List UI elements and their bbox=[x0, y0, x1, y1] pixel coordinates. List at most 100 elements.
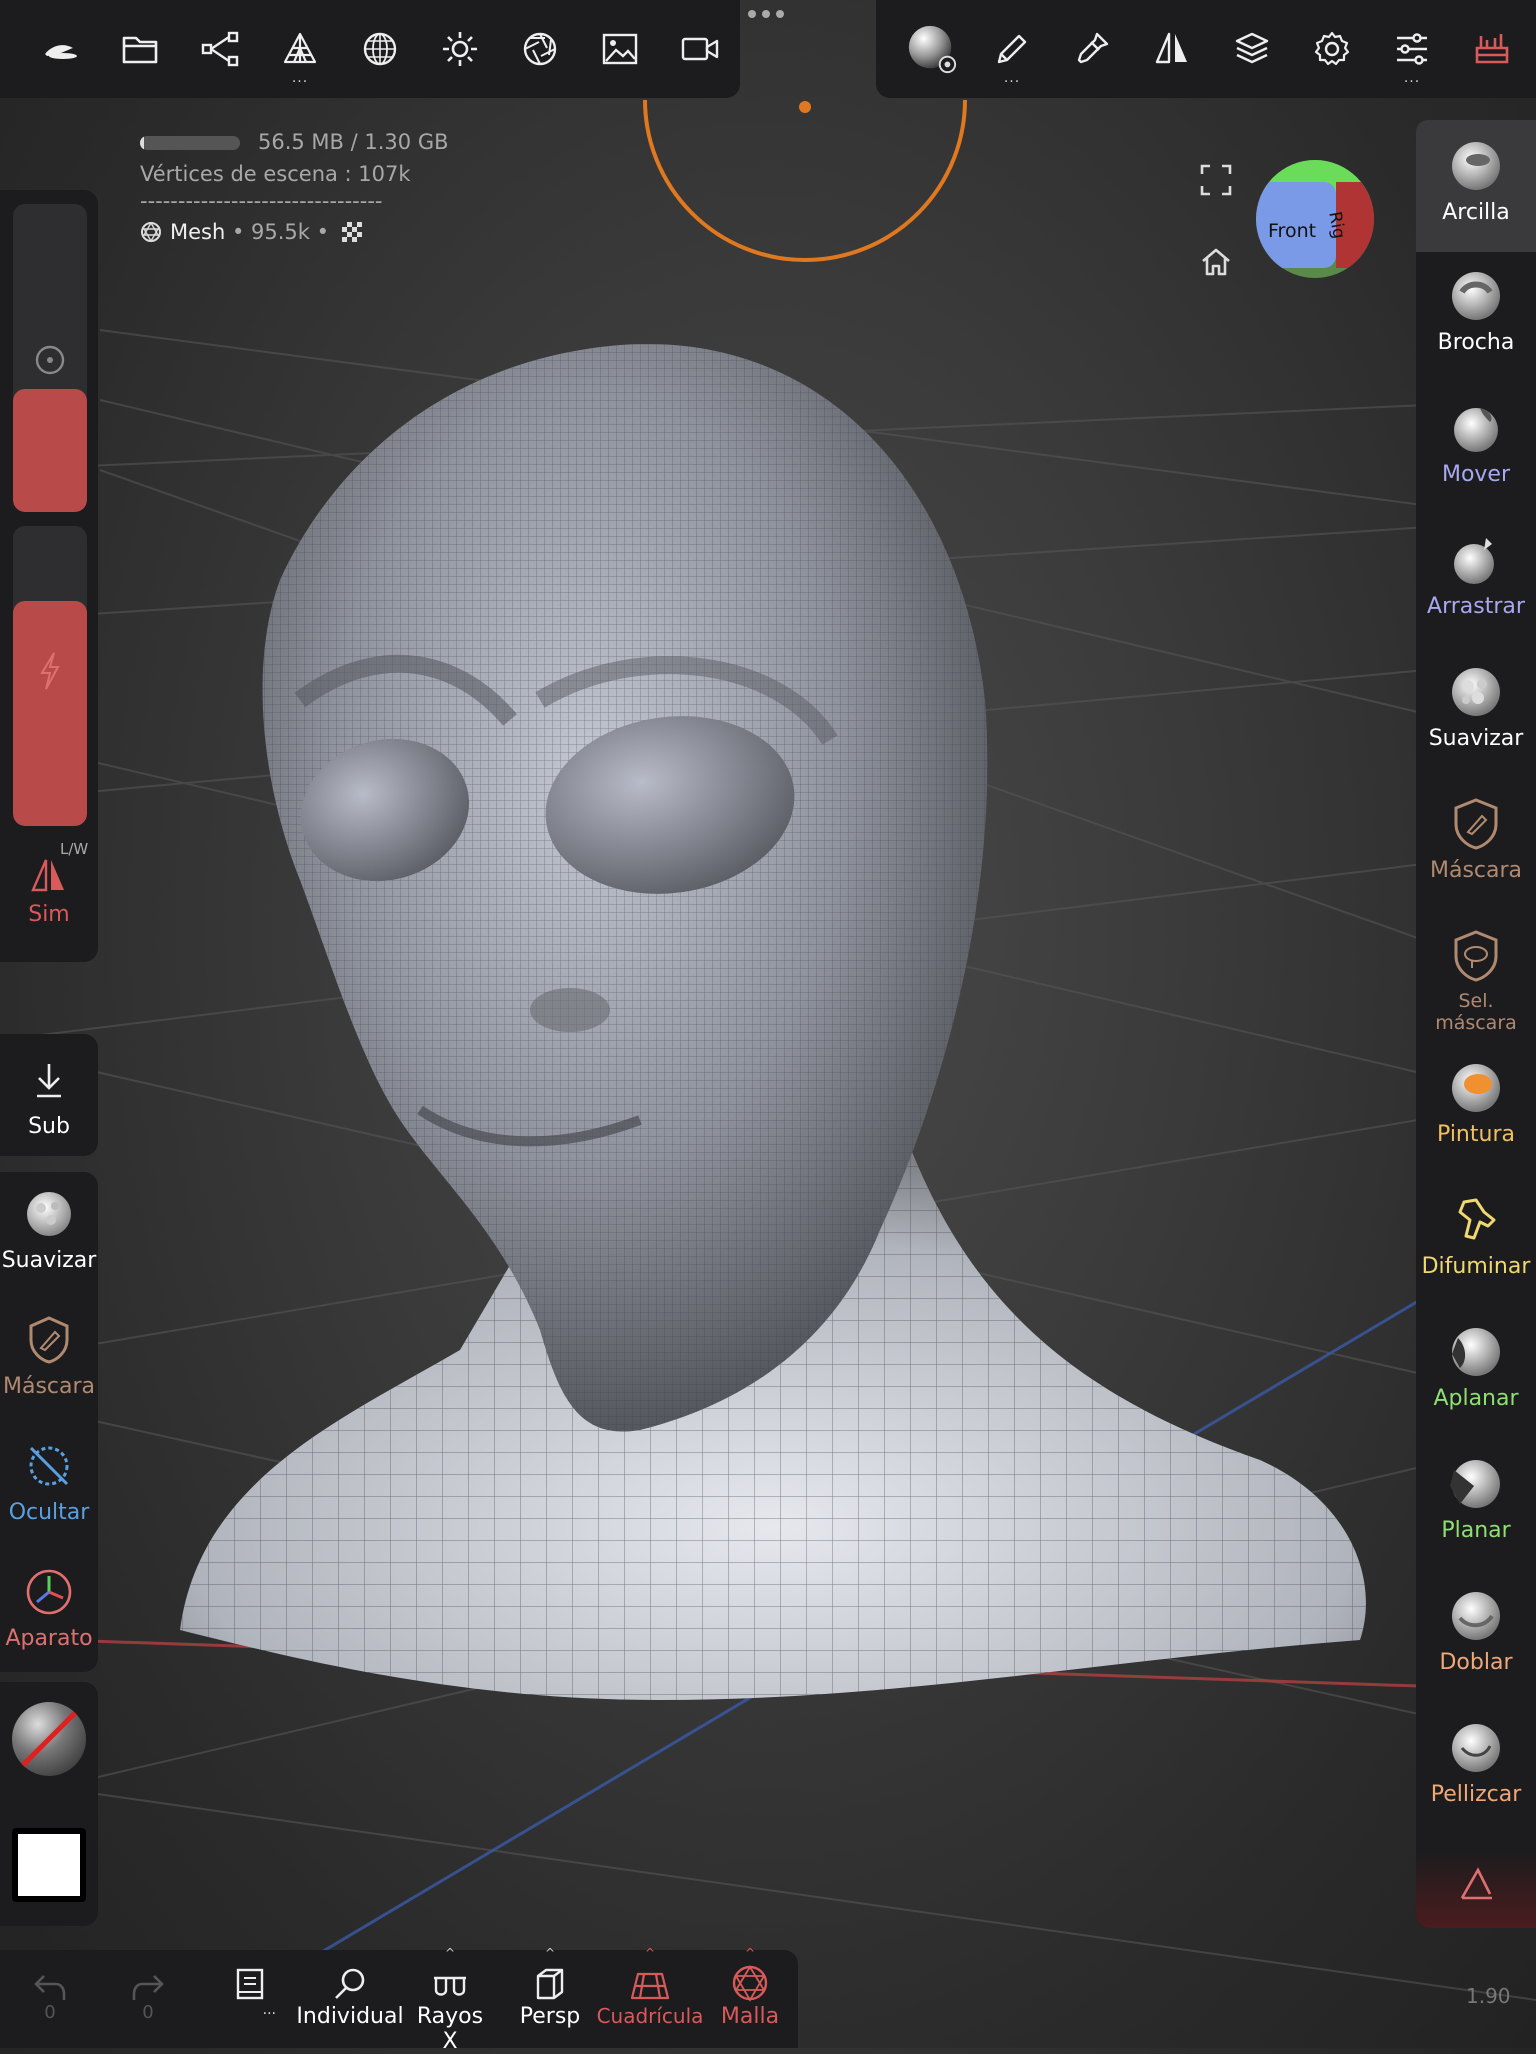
matcap-preview[interactable] bbox=[12, 1702, 86, 1776]
tool-label: Planar bbox=[1441, 1518, 1511, 1543]
left-mask-label: Máscara bbox=[2, 1374, 96, 1399]
wireframe-button[interactable]: ^ Malla bbox=[708, 1946, 792, 2048]
smudge-icon bbox=[1458, 1198, 1496, 1240]
download-arrow-icon bbox=[37, 1064, 61, 1098]
tool-pinch[interactable]: Pellizcar bbox=[1416, 1718, 1536, 1807]
perspective-icon bbox=[536, 1968, 564, 2000]
left-hide-tool[interactable]: Ocultar bbox=[0, 1438, 98, 1525]
checker-icon[interactable] bbox=[341, 222, 362, 242]
painting-button[interactable] bbox=[1052, 0, 1132, 98]
camera-button[interactable] bbox=[660, 0, 740, 98]
tool-crease[interactable]: Doblar bbox=[1416, 1586, 1536, 1675]
more-tools-button[interactable] bbox=[1416, 1850, 1536, 1928]
layers-button[interactable] bbox=[1212, 0, 1292, 98]
subdivide-button[interactable]: Sub bbox=[0, 1052, 98, 1139]
tool-move[interactable]: Mover bbox=[1416, 398, 1536, 487]
subdivide-label: Sub bbox=[28, 1114, 70, 1139]
tool-label: Mover bbox=[1441, 462, 1511, 487]
topology-button[interactable] bbox=[340, 0, 420, 98]
symmetry-toggle[interactable]: L/W Sim bbox=[0, 840, 98, 927]
undo-button[interactable]: 0 bbox=[22, 1950, 78, 2048]
perspective-button[interactable]: ^ Persp bbox=[508, 1946, 592, 2048]
home-icon[interactable] bbox=[1200, 246, 1232, 278]
sun-icon bbox=[443, 32, 477, 66]
tools-button[interactable] bbox=[1452, 0, 1532, 98]
viewport[interactable] bbox=[0, 0, 1536, 2048]
files-button[interactable] bbox=[100, 0, 180, 98]
no-texture-icon bbox=[12, 1702, 86, 1776]
sphere-wire-icon bbox=[363, 32, 397, 66]
redo-button[interactable]: 0 bbox=[120, 1950, 176, 2048]
tool-smooth[interactable]: Suavizar bbox=[1416, 662, 1536, 751]
background-button[interactable] bbox=[580, 0, 660, 98]
tool-mask-select[interactable]: Sel. máscara bbox=[1416, 926, 1536, 1034]
solo-button[interactable]: Individual bbox=[296, 1950, 404, 2048]
stroke-button[interactable]: ... bbox=[972, 0, 1052, 98]
flatten-icon bbox=[1452, 1328, 1500, 1376]
memory-bar bbox=[140, 136, 240, 150]
mesh-count: • 95.5k • bbox=[225, 220, 336, 244]
tool-label: Aplanar bbox=[1433, 1386, 1519, 1411]
scene-info: 56.5 MB / 1.30 GB Vértices de escena : 1… bbox=[140, 126, 449, 248]
paint-icon bbox=[1452, 1064, 1500, 1112]
intensity-slider[interactable] bbox=[13, 526, 87, 826]
tool-brush[interactable]: Brocha bbox=[1416, 266, 1536, 355]
left-tools-panel: Suavizar Máscara Ocultar Aparato bbox=[0, 1172, 98, 1672]
folder-icon bbox=[122, 36, 158, 64]
pyramid-icon bbox=[283, 32, 317, 64]
left-sliders-panel: L/W Sim bbox=[0, 190, 98, 962]
tool-clay[interactable]: Arcilla bbox=[1416, 120, 1536, 252]
planar-icon bbox=[1450, 1460, 1500, 1508]
tool-drag[interactable]: Arrastrar bbox=[1416, 530, 1536, 619]
tool-label: Suavizar bbox=[1428, 726, 1524, 751]
settings-button[interactable] bbox=[1292, 0, 1372, 98]
xray-button[interactable]: ^ Rayos X bbox=[406, 1946, 494, 2054]
pinch-icon bbox=[1452, 1724, 1500, 1772]
mask-select-icon bbox=[1454, 930, 1498, 982]
nomad-logo-button[interactable] bbox=[20, 0, 100, 98]
mesh-name[interactable]: Mesh bbox=[170, 216, 225, 248]
multires-button[interactable]: ... bbox=[260, 0, 340, 98]
history-button[interactable]: ... bbox=[222, 1950, 278, 2048]
scene-button[interactable] bbox=[180, 0, 260, 98]
fullscreen-icon[interactable] bbox=[1200, 164, 1232, 196]
redo-icon bbox=[132, 1975, 164, 2000]
left-mask-tool[interactable]: Máscara bbox=[0, 1312, 98, 1399]
memory-text: 56.5 MB / 1.30 GB bbox=[258, 130, 449, 154]
left-gizmo-tool[interactable]: Aparato bbox=[0, 1564, 98, 1651]
gear-icon bbox=[1314, 31, 1350, 66]
info-separator: -------------------------------- bbox=[140, 190, 383, 212]
material-button[interactable] bbox=[892, 0, 972, 98]
tool-mask[interactable]: Máscara bbox=[1416, 794, 1536, 883]
tool-paint[interactable]: Pintura bbox=[1416, 1058, 1536, 1147]
drag-icon bbox=[1454, 538, 1494, 584]
smooth-icon bbox=[1452, 668, 1500, 716]
tool-flatten[interactable]: Aplanar bbox=[1416, 1322, 1536, 1411]
symmetry-button[interactable] bbox=[1132, 0, 1212, 98]
color-swatch[interactable] bbox=[12, 1828, 86, 1902]
tool-smudge[interactable]: Difuminar bbox=[1416, 1190, 1536, 1279]
move-icon bbox=[1454, 408, 1498, 452]
lighting-button[interactable] bbox=[420, 0, 500, 98]
bottom-toolbar: 0 0 ... Individual ^ Rayos X ^ Persp ^ C… bbox=[0, 1946, 798, 2054]
right-tools-panel: Arcilla Brocha Mover Arrastrar Suavizar … bbox=[1416, 120, 1536, 1928]
grid-icon bbox=[630, 1972, 670, 2000]
left-smooth-tool[interactable]: Suavizar bbox=[0, 1186, 98, 1273]
symmetry-icon bbox=[31, 859, 64, 892]
grid-button[interactable]: ^ Cuadrícula bbox=[596, 1946, 704, 2048]
view-gizmo[interactable]: Front Rig bbox=[1256, 160, 1374, 278]
tool-label: Arcilla bbox=[1442, 200, 1510, 225]
book-icon bbox=[236, 1968, 264, 2000]
smooth-icon bbox=[27, 1192, 71, 1236]
drag-handle[interactable] bbox=[742, 10, 790, 26]
radius-slider[interactable] bbox=[13, 204, 87, 512]
tool-label: Arrastrar bbox=[1427, 594, 1525, 619]
intensity-icon bbox=[40, 652, 60, 690]
material-sphere-icon bbox=[908, 25, 957, 74]
camera-lens-button[interactable] bbox=[500, 0, 580, 98]
tool-planar[interactable]: Planar bbox=[1416, 1454, 1536, 1543]
scene-vertices: Vértices de escena : 107k bbox=[140, 162, 411, 186]
interface-button[interactable]: ... bbox=[1372, 0, 1452, 98]
history-more: ... bbox=[262, 2002, 276, 2018]
pen-icon bbox=[997, 34, 1027, 64]
